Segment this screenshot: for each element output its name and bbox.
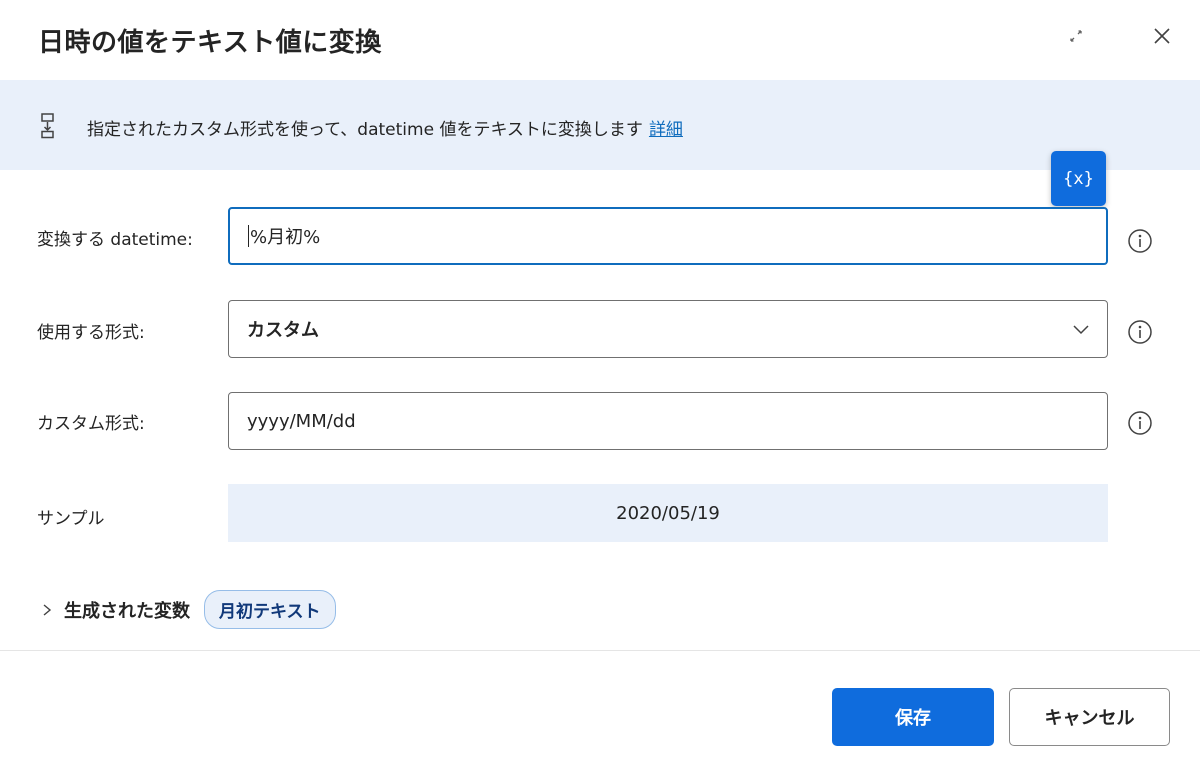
datetime-help-icon[interactable] — [1126, 227, 1154, 255]
format-label: 使用する形式: — [37, 323, 145, 343]
close-icon — [1154, 28, 1170, 44]
format-value: カスタム — [247, 320, 319, 341]
description-text: 指定されたカスタム形式を使って、datetime 値をテキストに変換します 詳細 — [87, 115, 683, 140]
sample-label: サンプル — [37, 509, 105, 529]
datetime-input[interactable]: %月初% — [228, 207, 1108, 265]
format-help-icon[interactable] — [1126, 318, 1154, 346]
convert-datetime-dialog: 日時の値をテキスト値に変換 指定されたカスタム形式を使って、datetime 値… — [0, 0, 1200, 771]
datetime-value: %月初% — [250, 227, 321, 248]
expand-button[interactable] — [1058, 18, 1094, 54]
custom-format-input[interactable]: yyyy/MM/dd — [228, 392, 1108, 450]
dialog-title: 日時の値をテキスト値に変換 — [38, 28, 382, 58]
footer-divider — [0, 650, 1200, 651]
format-select[interactable]: カスタム — [228, 300, 1108, 358]
text-caret — [248, 225, 249, 247]
datetime-label: 変換する datetime: — [37, 230, 193, 250]
chevron-right-icon[interactable] — [40, 603, 54, 617]
generated-variables-label: 生成された変数 — [64, 600, 190, 622]
custom-format-help-icon[interactable] — [1126, 409, 1154, 437]
action-info-icon — [41, 113, 54, 139]
generated-variables-section[interactable]: 生成された変数 月初テキスト — [40, 590, 336, 629]
custom-format-value: yyyy/MM/dd — [247, 410, 356, 432]
expand-icon — [1070, 30, 1082, 42]
description-banner: 指定されたカスタム形式を使って、datetime 値をテキストに変換します 詳細 — [0, 80, 1200, 170]
close-button[interactable] — [1144, 18, 1180, 54]
custom-format-label: カスタム形式: — [37, 414, 145, 434]
sample-output: 2020/05/19 — [228, 484, 1108, 542]
details-link[interactable]: 詳細 — [649, 120, 683, 140]
chevron-down-icon — [1073, 325, 1089, 335]
cancel-button[interactable]: キャンセル — [1009, 688, 1170, 746]
insert-variable-button[interactable]: {x} — [1051, 151, 1106, 206]
variable-chip[interactable]: 月初テキスト — [204, 590, 336, 629]
save-button[interactable]: 保存 — [832, 688, 994, 746]
description-body: 指定されたカスタム形式を使って、datetime 値をテキストに変換します — [87, 120, 643, 140]
